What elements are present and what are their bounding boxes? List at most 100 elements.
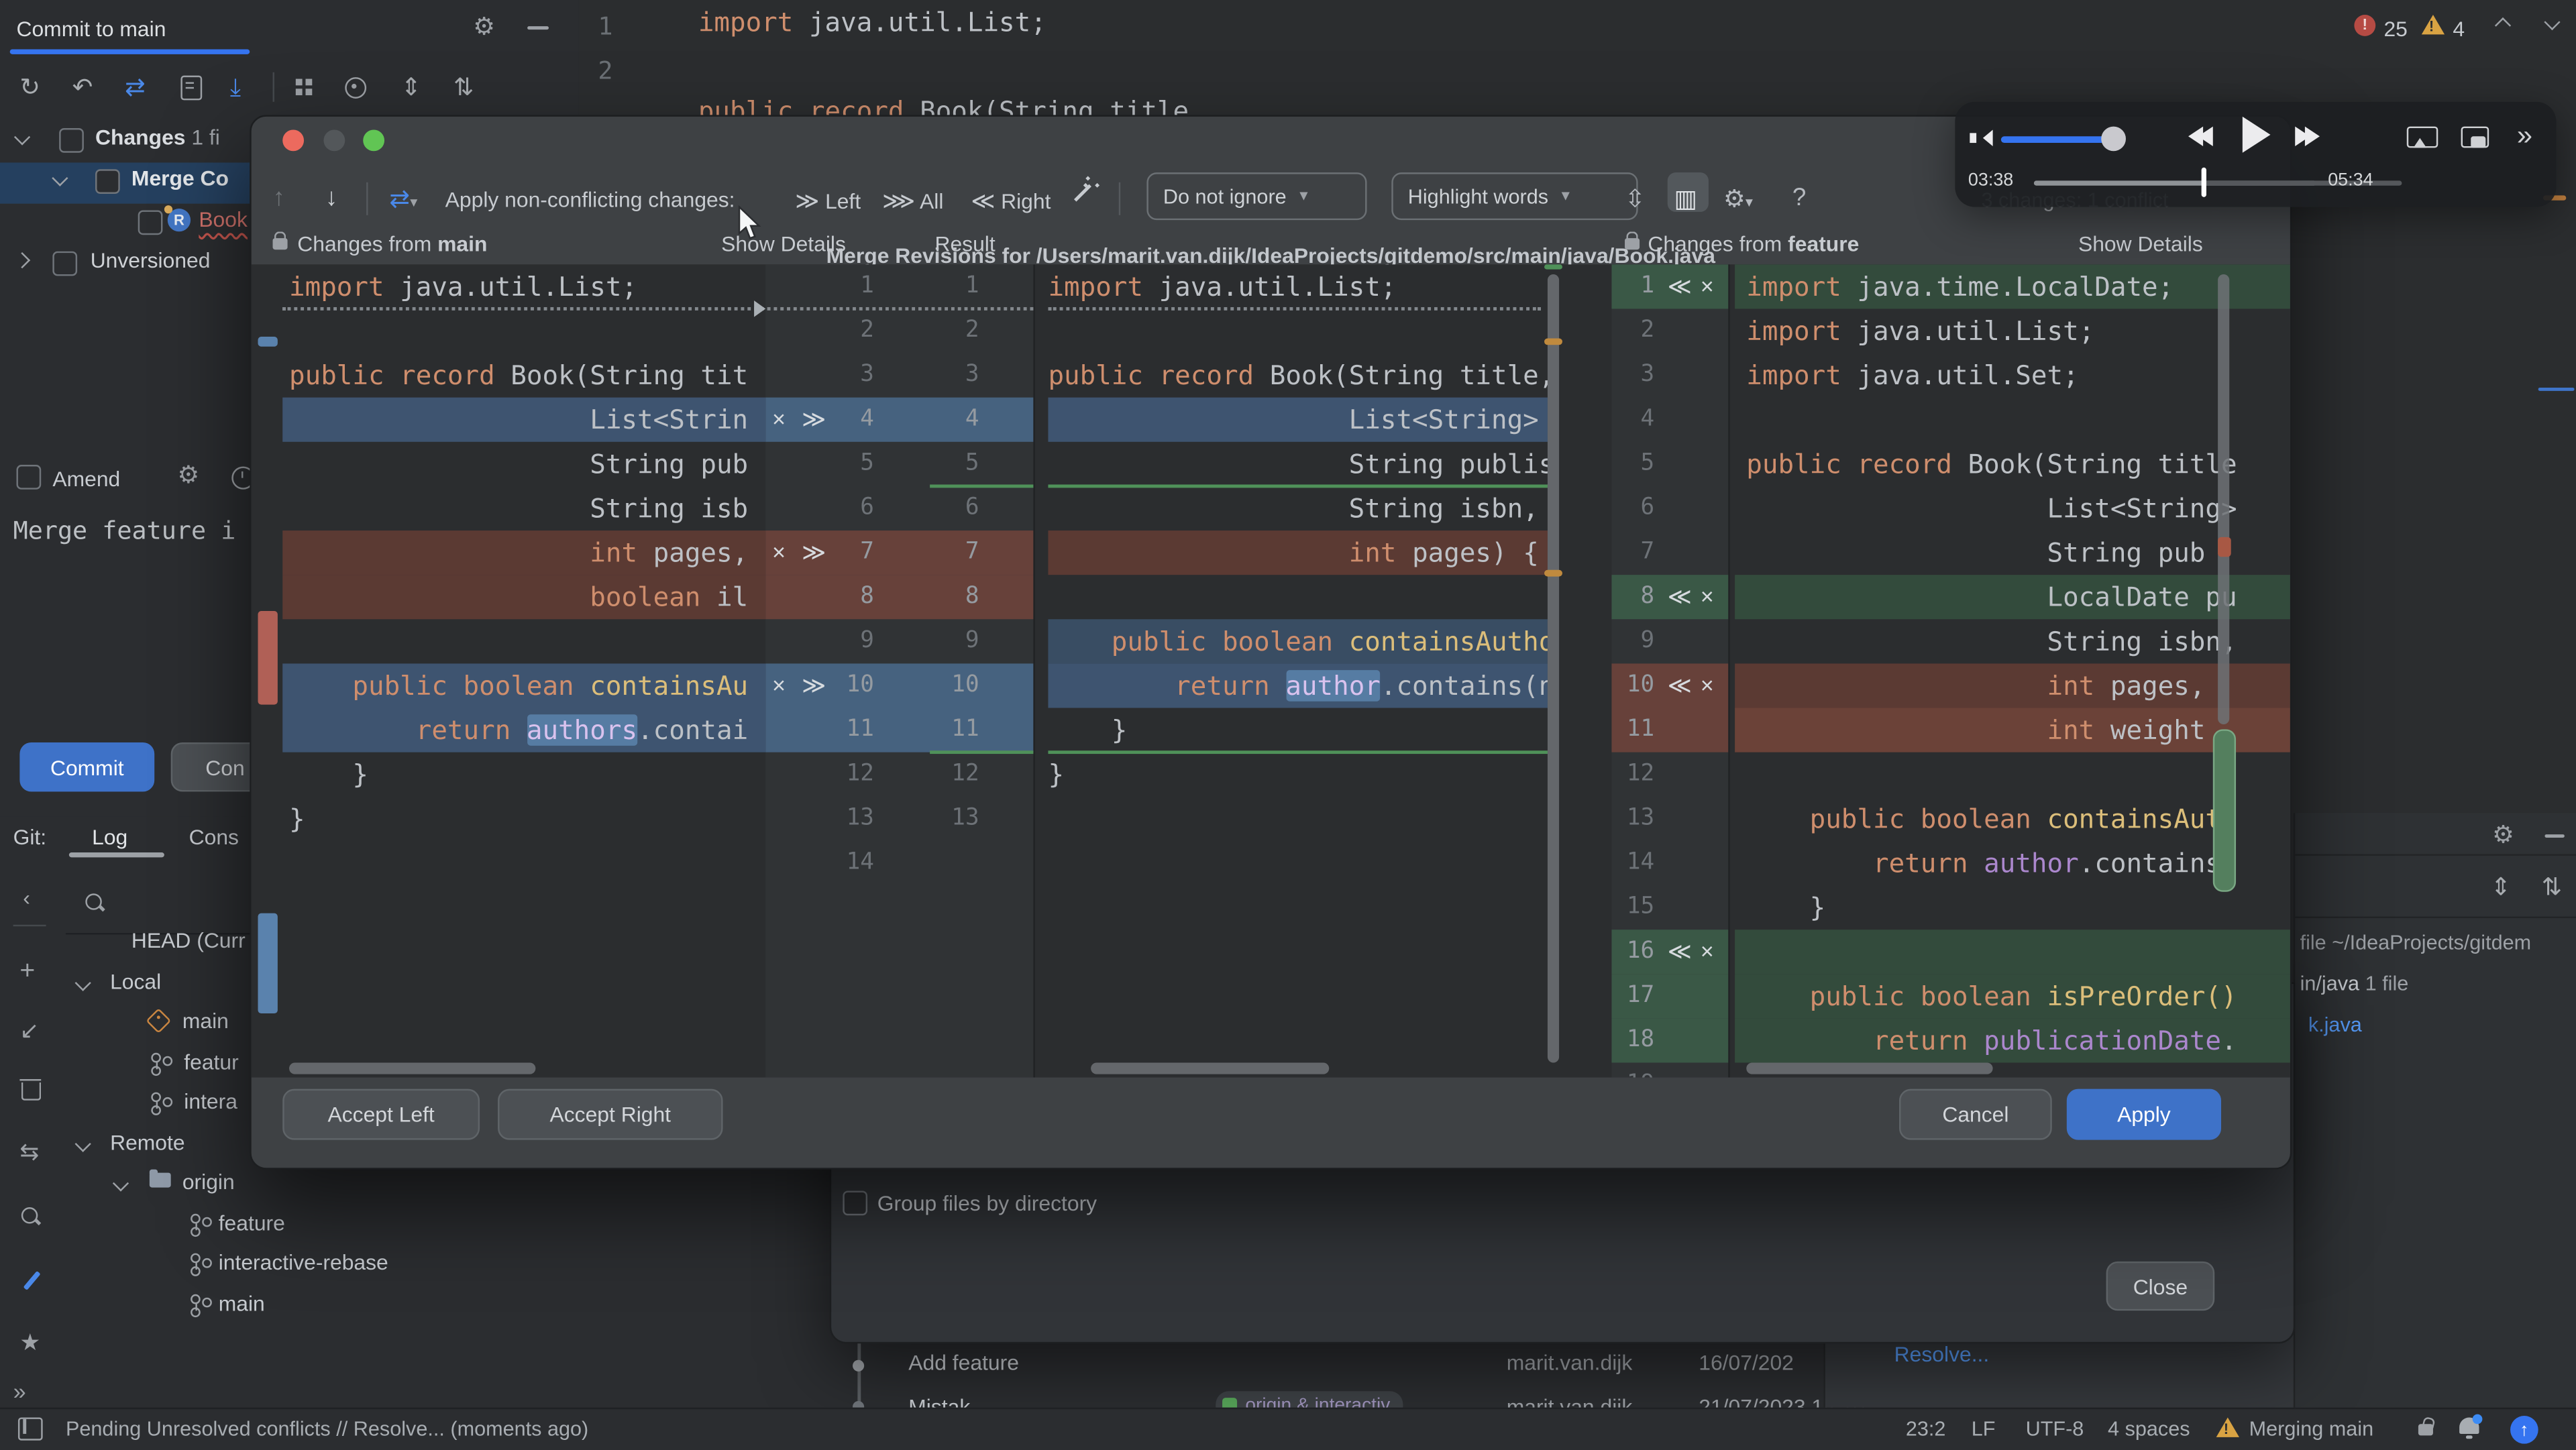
expand-all-icon[interactable]: ⇕: [2491, 875, 2512, 900]
horizontal-scrollbar[interactable]: [1746, 1062, 1992, 1074]
commit-row[interactable]: Add feature: [908, 1350, 1019, 1375]
previous-change-icon[interactable]: ↑: [273, 184, 285, 212]
gear-icon[interactable]: ⚙: [177, 463, 199, 488]
vertical-scrollbar[interactable]: [1548, 274, 1559, 1063]
help-icon[interactable]: ?: [1792, 184, 1806, 212]
apply-button[interactable]: Apply: [2067, 1089, 2221, 1140]
merge-icon[interactable]: ⇄: [125, 76, 146, 101]
branch-item[interactable]: interactive-rebase: [219, 1250, 388, 1275]
file-node[interactable]: Book: [199, 207, 248, 232]
minimize-icon[interactable]: [527, 26, 549, 30]
vertical-scrollbar[interactable]: [2218, 274, 2229, 724]
apply-left-action[interactable]: ≫ Left: [795, 187, 861, 215]
ignore-change-icon[interactable]: ×: [1701, 264, 1714, 309]
branch-item[interactable]: featur: [184, 1049, 238, 1074]
collapse-unchanged-icon[interactable]: ⇳: [1625, 184, 1646, 213]
picture-in-picture-icon[interactable]: [2461, 127, 2489, 148]
chevron-down-icon[interactable]: [113, 1175, 129, 1191]
branch-item[interactable]: origin: [182, 1170, 235, 1194]
tab-log[interactable]: Log: [92, 824, 127, 849]
amend-label[interactable]: Amend: [52, 467, 120, 492]
collapse-all-icon[interactable]: ⇅: [2542, 875, 2563, 900]
volume-icon[interactable]: [1975, 129, 1993, 146]
apply-change-left-icon[interactable]: ≪: [1668, 575, 1692, 619]
branch-item[interactable]: Remote: [110, 1129, 185, 1154]
volume-knob[interactable]: [2101, 127, 2126, 152]
editor-code-line[interactable]: import java.util.List;: [698, 0, 1046, 44]
minimize-window-button[interactable]: [323, 129, 345, 150]
commit-panel-title[interactable]: Commit to main: [16, 16, 166, 41]
branch-item[interactable]: feature: [219, 1210, 285, 1235]
ignore-change-icon[interactable]: ×: [772, 531, 786, 575]
next-change-icon[interactable]: ↓: [325, 184, 337, 212]
magic-resolve-icon[interactable]: [1074, 184, 1091, 202]
prev-problem-chevron[interactable]: [2495, 17, 2511, 34]
warning-count[interactable]: 4: [2453, 16, 2465, 41]
amend-checkbox[interactable]: [16, 465, 41, 490]
apply-all-action[interactable]: ⋙ All: [882, 187, 943, 215]
locate-icon[interactable]: [345, 77, 366, 99]
changes-root-node[interactable]: file ~/IdeaProjects/gitdem: [2300, 932, 2532, 954]
collapse-strip-icon[interactable]: ‹: [23, 885, 30, 910]
chevron-right-icon[interactable]: [14, 252, 30, 268]
branch-item[interactable]: main: [182, 1009, 229, 1034]
caret-position[interactable]: 23:2: [1906, 1417, 1946, 1440]
unversioned-node[interactable]: Unversioned: [91, 248, 211, 273]
commit-message-input[interactable]: Merge feature i: [13, 516, 236, 545]
resolve-link[interactable]: Resolve...: [1894, 1342, 1990, 1367]
branch-item[interactable]: main: [219, 1290, 265, 1315]
shelve-icon[interactable]: ⤓: [230, 76, 241, 101]
tab-console[interactable]: Cons: [189, 824, 239, 849]
commit-row[interactable]: Mistak: [908, 1394, 970, 1408]
encoding[interactable]: UTF-8: [2026, 1417, 2084, 1440]
chevron-down-icon[interactable]: [75, 974, 91, 990]
branch-chip[interactable]: origin & interactiv: [1216, 1391, 1403, 1407]
gear-icon[interactable]: ⚙: [2492, 823, 2514, 848]
minimize-icon[interactable]: [2544, 834, 2564, 838]
branch-item[interactable]: HEAD (Curr: [131, 928, 246, 953]
gear-icon[interactable]: ⚙: [473, 15, 495, 40]
ignore-policy-select[interactable]: Do not ignore▾: [1146, 172, 1366, 220]
horizontal-scrollbar[interactable]: [1091, 1062, 1329, 1074]
zoom-window-button[interactable]: [363, 129, 384, 150]
apply-change-left-icon[interactable]: ≪: [1668, 930, 1692, 974]
group-files-label[interactable]: Group files by directory: [877, 1191, 1097, 1216]
chevron-down-icon[interactable]: [75, 1135, 91, 1151]
ignore-change-icon[interactable]: ×: [1701, 930, 1714, 974]
highlight-policy-select[interactable]: Highlight words▾: [1391, 172, 1638, 220]
undo-icon[interactable]: ↶: [72, 76, 93, 101]
close-window-button[interactable]: [282, 129, 304, 150]
fast-forward-button[interactable]: [2295, 127, 2320, 152]
scrollbar-thumb-green[interactable]: [2213, 729, 2236, 891]
more-chevrons-icon[interactable]: »: [2517, 120, 2532, 153]
error-count[interactable]: 25: [2383, 16, 2407, 41]
refresh-icon[interactable]: ↻: [19, 76, 40, 101]
next-problem-chevron[interactable]: [2544, 14, 2560, 30]
branch-widget[interactable]: Merging main: [2249, 1417, 2373, 1440]
changelist-icon[interactable]: [180, 76, 202, 101]
accept-right-button[interactable]: Accept Right: [498, 1089, 723, 1140]
ignore-change-icon[interactable]: ×: [772, 663, 786, 708]
changed-file-link[interactable]: k.java: [2308, 1013, 2362, 1036]
apply-change-right-icon[interactable]: ≫: [802, 663, 826, 708]
bell-icon[interactable]: [2459, 1417, 2479, 1433]
changes-checkbox[interactable]: [59, 128, 84, 153]
status-message[interactable]: Pending Unresolved conflicts // Resolve.…: [66, 1417, 588, 1440]
changes-dir-node[interactable]: in/java 1 file: [2300, 972, 2409, 995]
group-files-checkbox[interactable]: [843, 1191, 867, 1216]
commit-button[interactable]: Commit: [19, 742, 154, 791]
horizontal-scrollbar[interactable]: [289, 1062, 535, 1074]
ignore-change-icon[interactable]: ×: [1701, 575, 1714, 619]
volume-slider[interactable]: [2001, 136, 2111, 143]
changelist-node[interactable]: Merge Co: [131, 166, 229, 190]
update-icon[interactable]: ↑: [2510, 1416, 2538, 1444]
line-ending[interactable]: LF: [1972, 1417, 1996, 1440]
expand-all-icon[interactable]: ⇕: [401, 76, 422, 101]
chevron-down-icon[interactable]: [14, 129, 30, 145]
apply-non-conflicting-icon[interactable]: ⇄▾: [389, 184, 417, 213]
apply-change-left-icon[interactable]: ≪: [1668, 264, 1692, 309]
close-button[interactable]: Close: [2106, 1262, 2215, 1310]
collapse-all-icon[interactable]: ⇅: [453, 76, 474, 101]
file-checkbox[interactable]: [138, 210, 163, 235]
apply-right-action[interactable]: ≪ Right: [971, 187, 1051, 215]
